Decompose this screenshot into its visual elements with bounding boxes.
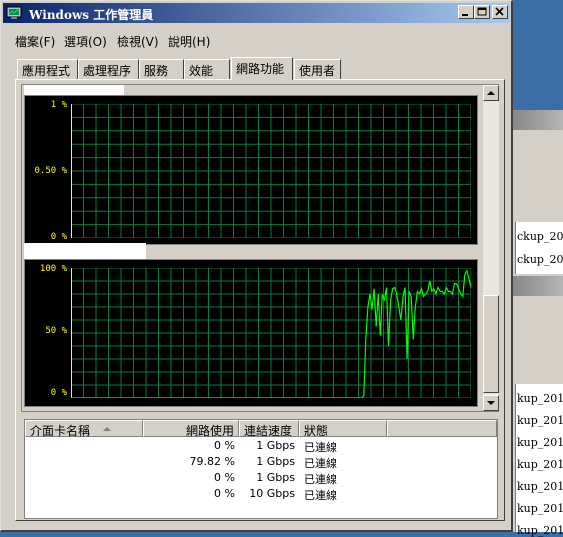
background-item[interactable]: kup_2012 [517, 502, 563, 515]
y-tick-label: 50 % [45, 326, 67, 336]
background-item[interactable]: kup_2012 [517, 480, 563, 493]
y-tick-label: 1 % [50, 100, 67, 110]
network-graph-2: 100 % 50 % 0 % [24, 259, 478, 407]
tab-networking[interactable]: 網路功能 [231, 57, 293, 80]
column-adapter-name[interactable]: 介面卡名稱 [25, 420, 143, 438]
list-item[interactable]: 0 % 1 Gbps 已連線 [25, 438, 497, 454]
sort-asc-icon [103, 427, 111, 431]
title-bar[interactable]: Windows 工作管理員 [3, 3, 510, 23]
usage-cell: 79.82 % [189, 455, 235, 468]
graph-plot-1 [71, 104, 471, 238]
column-empty [387, 420, 497, 437]
menu-help[interactable]: 說明(H) [168, 33, 210, 50]
speed-cell: 1 Gbps [256, 455, 295, 468]
tab-applications[interactable]: 應用程式 [17, 59, 78, 79]
background-window-titlebar-2 [505, 276, 563, 296]
column-link-speed[interactable]: 連結速度 [239, 420, 299, 438]
minimize-icon [462, 14, 468, 16]
scroll-down-button[interactable] [483, 395, 499, 411]
background-item[interactable]: kup_2012 [517, 436, 563, 449]
speed-cell: 1 Gbps [256, 471, 295, 484]
background-item[interactable]: kup_2012 [517, 392, 563, 405]
list-item[interactable]: 79.82 % 1 Gbps 已連線 [25, 454, 497, 470]
status-cell: 已連線 [304, 457, 337, 470]
y-tick-label: 0.50 % [34, 166, 67, 176]
background-item[interactable]: kup_2012 [517, 458, 563, 471]
list-item[interactable]: 0 % 10 Gbps 已連線 [25, 486, 497, 502]
close-button[interactable] [492, 5, 508, 19]
desktop-background [505, 0, 563, 110]
maximize-icon [477, 7, 487, 16]
menu-bar: 檔案(F) 選項(O) 檢視(V) 說明(H) [3, 31, 510, 49]
task-manager-window: Windows 工作管理員 檔案(F) 選項(O) 檢視(V) 說明(H) 應用… [0, 0, 513, 532]
tab-services[interactable]: 服務 [139, 59, 184, 79]
y-tick-label: 0 % [50, 388, 67, 398]
maximize-button[interactable] [474, 5, 490, 19]
list-item[interactable]: 0 % 1 Gbps 已連線 [25, 470, 497, 486]
network-graph-1: 1 % 0.50 % 0 % [24, 95, 478, 245]
column-label: 介面卡名稱 [30, 424, 91, 438]
close-icon [495, 7, 504, 16]
status-cell: 已連線 [304, 473, 337, 486]
vertical-scrollbar[interactable] [483, 85, 499, 411]
task-manager-icon [6, 6, 22, 19]
window-title: Windows 工作管理員 [29, 8, 154, 22]
status-cell: 已連線 [304, 489, 337, 502]
speed-cell: 10 Gbps [249, 487, 295, 500]
background-item[interactable]: kup_2012 [517, 524, 563, 537]
column-state[interactable]: 狀態 [299, 420, 387, 438]
tab-performance[interactable]: 效能 [184, 59, 230, 79]
list-header: 介面卡名稱 網路使用 連結速度 狀態 [25, 420, 497, 438]
background-item[interactable]: kup_2012 [517, 414, 563, 427]
background-window-titlebar [505, 110, 563, 130]
scroll-thumb[interactable] [483, 295, 499, 393]
arrow-up-icon [487, 91, 495, 95]
background-window: ckup_2012 ckup_2012 kup_2012 kup_2012 ku… [505, 0, 563, 537]
menu-options[interactable]: 選項(O) [64, 33, 107, 50]
networking-panel: 1 % 0.50 % 0 % 100 % 50 % 0 % 介面卡名稱 網路使用… [15, 79, 505, 521]
speed-cell: 1 Gbps [256, 439, 295, 452]
tab-strip: 應用程式 處理程序 服務 效能 網路功能 使用者 [17, 57, 497, 80]
usage-cell: 0 % [214, 471, 235, 484]
y-tick-label: 0 % [50, 232, 67, 242]
y-tick-label: 100 % [39, 264, 67, 274]
status-cell: 已連線 [304, 441, 337, 454]
adapter-list: 介面卡名稱 網路使用 連結速度 狀態 0 % 1 Gbps 已連線 79.82 … [24, 419, 498, 519]
column-network-usage[interactable]: 網路使用 [143, 420, 239, 438]
usage-cell: 0 % [214, 487, 235, 500]
scroll-up-button[interactable] [483, 85, 499, 101]
graph-scroll-area: 1 % 0.50 % 0 % 100 % 50 % 0 % [21, 84, 499, 412]
graph-plot-2 [71, 268, 471, 398]
tab-processes[interactable]: 處理程序 [78, 59, 139, 79]
arrow-down-icon [487, 401, 495, 405]
background-item[interactable]: ckup_2012 [517, 230, 563, 243]
usage-cell: 0 % [214, 439, 235, 452]
background-item[interactable]: ckup_2012 [517, 253, 563, 266]
menu-file[interactable]: 檔案(F) [15, 33, 55, 50]
tab-users[interactable]: 使用者 [294, 59, 341, 79]
menu-view[interactable]: 檢視(V) [117, 33, 159, 50]
minimize-button[interactable] [458, 5, 474, 19]
